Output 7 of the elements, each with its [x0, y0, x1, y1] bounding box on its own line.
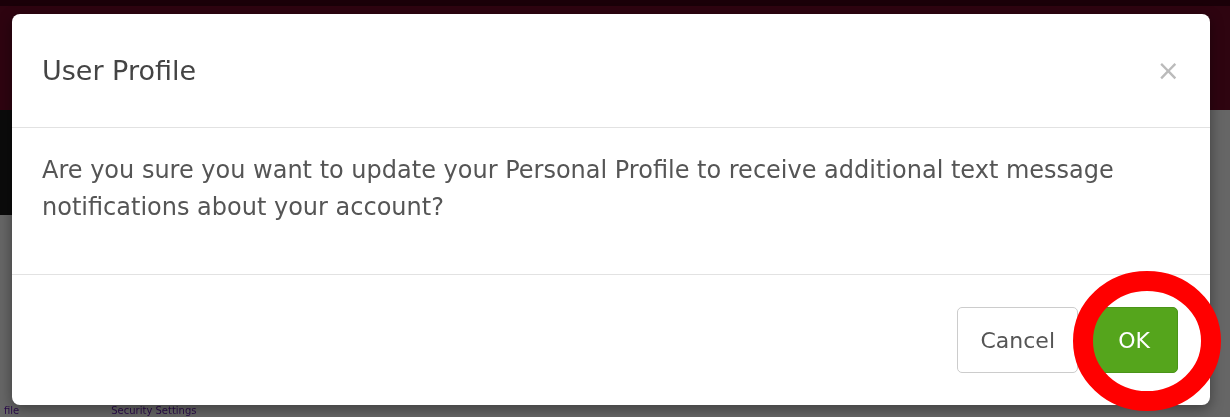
background-tab[interactable]: Security Settings — [111, 405, 197, 417]
dialog-title: User Profile — [42, 55, 197, 86]
ok-button[interactable]: OK — [1090, 307, 1178, 373]
cancel-button[interactable]: Cancel — [957, 307, 1078, 373]
background-tab[interactable]: file — [4, 405, 20, 417]
close-button[interactable]: × — [1156, 54, 1180, 87]
dialog-message: Are you sure you want to update your Personal Profile to receive additional text message notifications about your account? — [42, 155, 1115, 223]
